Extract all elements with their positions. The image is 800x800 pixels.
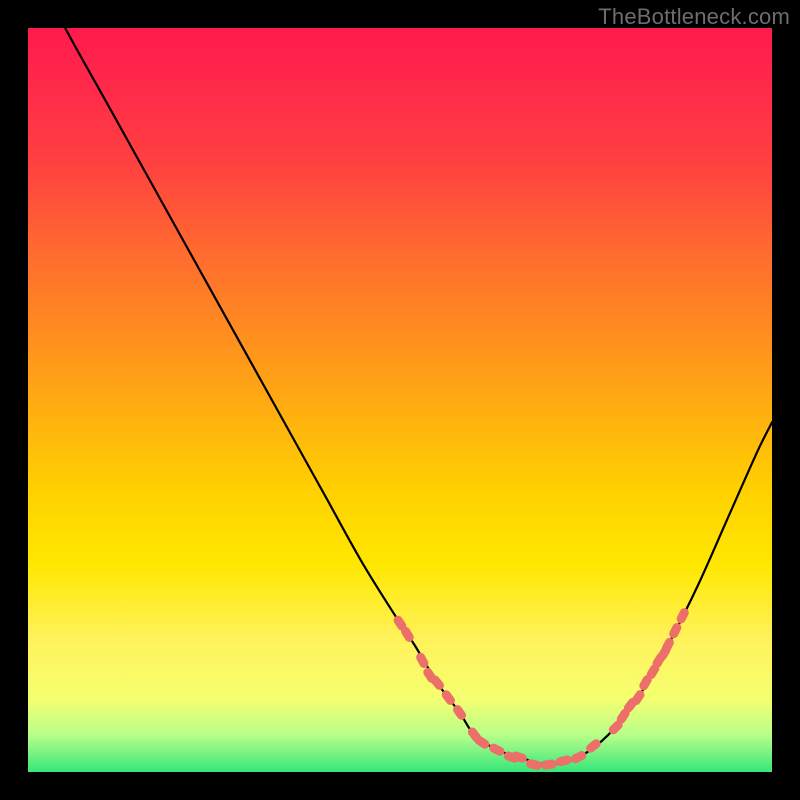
chart-svg [28,28,772,772]
curve-marker [488,742,506,757]
curve-marker [555,755,573,768]
plot-area [28,28,772,772]
curve-marker [540,759,557,770]
curve-marker [675,607,690,625]
chart-frame: TheBottleneck.com [0,0,800,800]
marker-group [392,607,691,771]
curve-marker [569,750,587,765]
curve-marker [668,621,683,639]
watermark-text: TheBottleneck.com [598,4,790,30]
